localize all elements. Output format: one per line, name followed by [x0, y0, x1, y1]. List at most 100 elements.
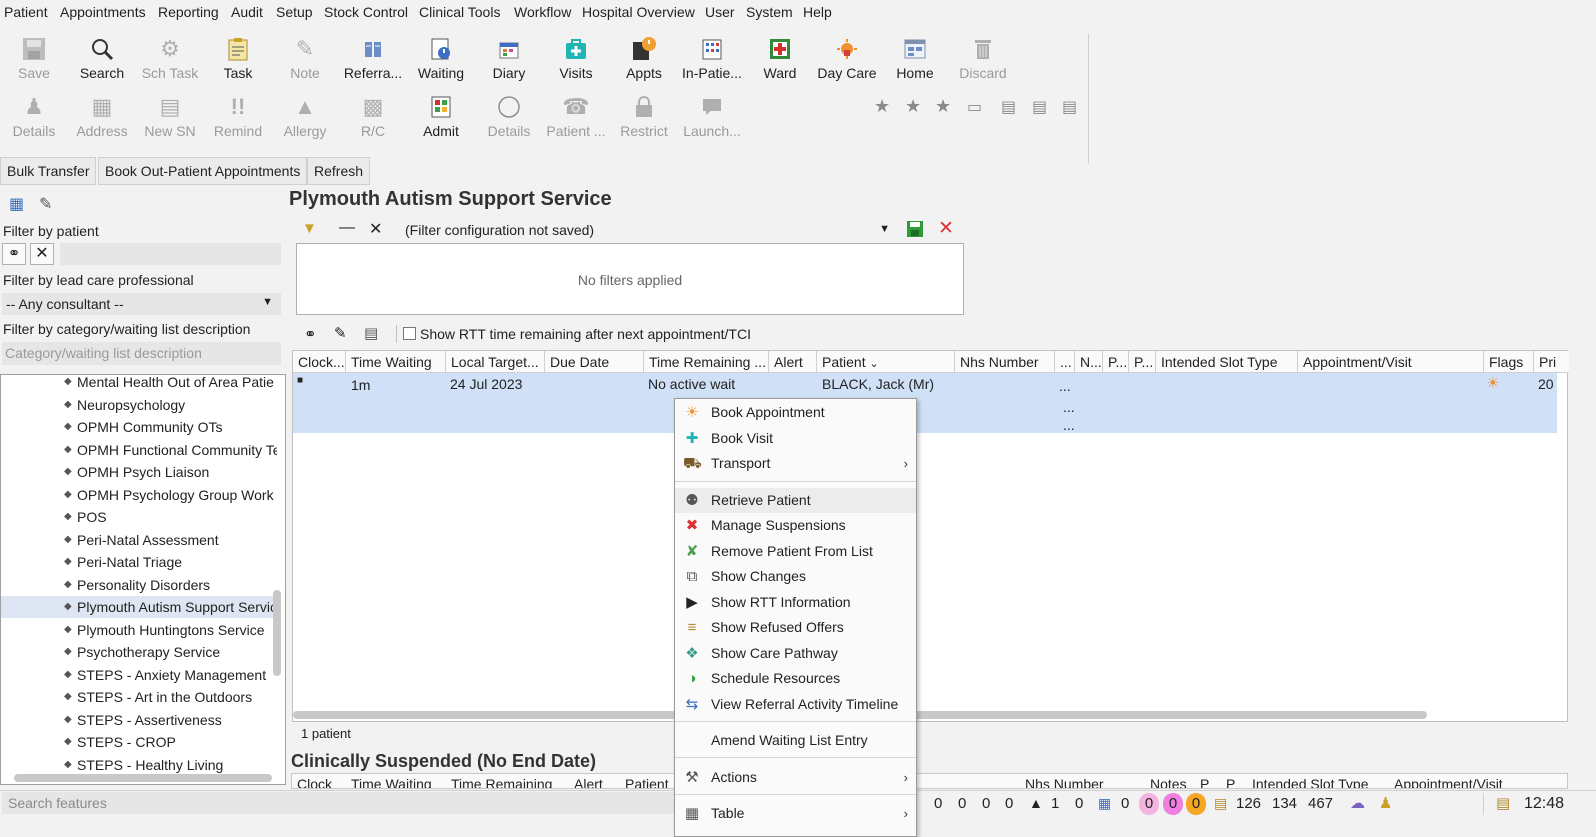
menu-audit[interactable]: Audit	[231, 4, 263, 20]
tree-item[interactable]: ◆ Peri-Natal Assessment	[1, 529, 277, 551]
menu-hospital-overview[interactable]: Hospital Overview	[582, 4, 695, 20]
column-header-due-date[interactable]: Due Date	[545, 351, 644, 373]
menu-item-book-appointment[interactable]: ☀ Book Appointment	[675, 400, 916, 425]
filter-icon[interactable]: ▼	[302, 220, 317, 237]
edit-icon[interactable]: ✎	[39, 194, 52, 214]
print-icon[interactable]: ▤	[1062, 97, 1077, 117]
tree-item[interactable]: ◆ STEPS - Anxiety Management	[1, 664, 277, 686]
diary-status-icon[interactable]: ▦	[1098, 795, 1111, 812]
status-badge-orange[interactable]: 0	[1186, 793, 1206, 815]
menu-item-show-changes[interactable]: ⧉ Show Changes	[675, 564, 916, 589]
rtt-checkbox[interactable]	[403, 327, 416, 340]
user-icon[interactable]: ♟	[1379, 794, 1392, 812]
column-header-local-target[interactable]: Local Target...	[446, 351, 545, 373]
tree-item[interactable]: ◆ OPMH Community OTs	[1, 416, 277, 438]
tree-item[interactable]: ◆ POS	[1, 506, 277, 528]
menu-system[interactable]: System	[746, 4, 793, 20]
suspended-header-p1[interactable]: P	[1200, 776, 1209, 788]
tree-item[interactable]: ◆ STEPS - Art in the Outdoors	[1, 686, 277, 708]
suspended-header-notes[interactable]: Notes	[1150, 776, 1187, 788]
toolbar-details2-button[interactable]: Details	[476, 92, 542, 148]
toolbar-rc-button[interactable]: ▩ R/C	[340, 92, 406, 148]
toolbar-day-care-button[interactable]: Day Care	[814, 34, 880, 90]
toolbar-restrict-button[interactable]: Restrict	[611, 92, 677, 148]
toolbar-visits-button[interactable]: Visits	[543, 34, 609, 90]
column-header-flags[interactable]: Flags	[1484, 351, 1534, 373]
print-multi-icon[interactable]: ▤	[1032, 97, 1047, 117]
category-filter-input[interactable]: Category/waiting list description	[2, 342, 281, 365]
save-filter-icon[interactable]	[906, 220, 924, 241]
tree-item[interactable]: ◆ Neuropsychology	[1, 394, 277, 416]
task-status-icon[interactable]: ▤	[1214, 795, 1227, 812]
toolbar-search-button[interactable]: Search	[69, 34, 135, 90]
toolbar-diary-button[interactable]: Diary	[476, 34, 542, 90]
menu-help[interactable]: Help	[803, 4, 832, 20]
view-list-icon[interactable]: ▦	[9, 194, 24, 214]
toolbar-note-button[interactable]: ✎ Note	[272, 34, 338, 90]
toolbar-launch-button[interactable]: Launch...	[679, 92, 745, 148]
print-icon[interactable]: ▤	[364, 324, 378, 342]
toolbar-ward-button[interactable]: Ward	[747, 34, 813, 90]
column-header-patient[interactable]: Patient ⌄	[817, 351, 955, 373]
menu-setup[interactable]: Setup	[276, 4, 313, 20]
column-header-notes[interactable]: N...	[1075, 351, 1103, 373]
suspended-header-p2[interactable]: P	[1226, 776, 1235, 788]
consultant-select[interactable]: -- Any consultant -- ▼	[2, 293, 281, 315]
toolbar-sch-task-button[interactable]: ⚙ Sch Task	[137, 34, 203, 90]
minus-icon[interactable]: —	[339, 219, 355, 237]
suspended-header-time-remaining[interactable]: Time Remaining	[451, 776, 552, 788]
tree-item[interactable]: ◆ STEPS - Healthy Living	[1, 754, 277, 776]
table-row[interactable]: ■ 1m 24 Jul 2023 No active wait BLACK, J…	[293, 373, 1557, 433]
toolbar-details-button[interactable]: ♟ Details	[1, 92, 67, 148]
tree-item[interactable]: ◆ OPMH Functional Community Te	[1, 439, 277, 461]
tree-item[interactable]: ◆ Plymouth Huntingtons Service	[1, 619, 277, 641]
tree-horizontal-scrollbar[interactable]	[14, 774, 272, 782]
edit-icon[interactable]: ✎	[334, 324, 347, 342]
star-icon[interactable]: ★	[935, 96, 951, 117]
menu-item-book-visit[interactable]: ✚ Book Visit	[675, 426, 916, 451]
retrieve-patient-button[interactable]: ⚭	[2, 243, 26, 265]
toolbar-allergy-button[interactable]: ▲ Allergy	[272, 92, 338, 148]
ambulance-icon[interactable]: ▲	[1029, 795, 1043, 811]
menu-item-table[interactable]: ▦ Table ›	[675, 801, 916, 826]
column-header-time-waiting[interactable]: Time Waiting	[346, 351, 446, 373]
close-icon[interactable]: ✕	[369, 219, 382, 239]
toolbar-waiting-button[interactable]: Waiting	[408, 34, 474, 90]
tree-item[interactable]: ◆ Plymouth Autism Support Servic	[1, 596, 277, 618]
menu-item-view-referral-activity-timeline[interactable]: ⇆ View Referral Activity Timeline	[675, 692, 916, 717]
column-header-intended-slot-type[interactable]: Intended Slot Type	[1156, 351, 1298, 373]
toolbar-patient-button[interactable]: ☎ Patient ...	[543, 92, 609, 148]
tree-item[interactable]: ◆ Personality Disorders	[1, 574, 277, 596]
tree-item[interactable]: ◆ Mental Health Out of Area Patie	[1, 375, 277, 393]
delete-filter-icon[interactable]: ✕	[938, 217, 954, 240]
weather-icon[interactable]: ☁	[1350, 794, 1365, 812]
toolbar-discard-button[interactable]: Discard	[950, 34, 1016, 90]
menu-appointments[interactable]: Appointments	[60, 4, 146, 20]
toolbar-address-button[interactable]: ▦ Address	[69, 92, 135, 148]
tree-item[interactable]: ◆ Psychotherapy Service	[1, 641, 277, 663]
column-header-alert[interactable]: Alert	[769, 351, 817, 373]
book-out-patient-appointments-button[interactable]: Book Out-Patient Appointments	[98, 157, 308, 185]
menu-item-schedule-resources[interactable]: ◑ Schedule Resources	[675, 666, 916, 691]
column-header-nhs-number[interactable]: Nhs Number	[955, 351, 1055, 373]
search-features-input[interactable]: Search features	[2, 792, 674, 814]
suspended-header-nhs-number[interactable]: Nhs Number	[1025, 776, 1104, 788]
suspended-header-appointment-visit[interactable]: Appointment/Visit	[1394, 776, 1503, 788]
suspended-header-intended-slot-type[interactable]: Intended Slot Type	[1252, 776, 1369, 788]
tree-item[interactable]: ◆ Peri-Natal Triage	[1, 551, 277, 573]
toolbar-save-button[interactable]: Save	[1, 34, 67, 90]
tree-item[interactable]: ◆ OPMH Psychology Group Work	[1, 484, 277, 506]
menu-item-show-care-pathway[interactable]: ❖ Show Care Pathway	[675, 641, 916, 666]
column-header-p1[interactable]: P...	[1103, 351, 1129, 373]
menu-user[interactable]: User	[705, 4, 735, 20]
toolbar-task-button[interactable]: Task	[205, 34, 271, 90]
menu-item-retrieve-patient[interactable]: ⚉ Retrieve Patient	[675, 488, 916, 513]
tree-item[interactable]: ◆ STEPS - CROP	[1, 731, 277, 753]
menu-item-show-refused-offers[interactable]: ≡ Show Refused Offers	[675, 615, 916, 640]
suspended-header-time-waiting[interactable]: Time Waiting	[351, 776, 432, 788]
toolbar-in-patient-button[interactable]: In-Patie...	[679, 34, 745, 90]
menu-item-show-rtt-information[interactable]: ▶ Show RTT Information	[675, 590, 916, 615]
menu-item-actions[interactable]: ⚒ Actions ›	[675, 765, 916, 790]
menu-clinical-tools[interactable]: Clinical Tools	[419, 4, 500, 20]
menu-reporting[interactable]: Reporting	[158, 4, 219, 20]
